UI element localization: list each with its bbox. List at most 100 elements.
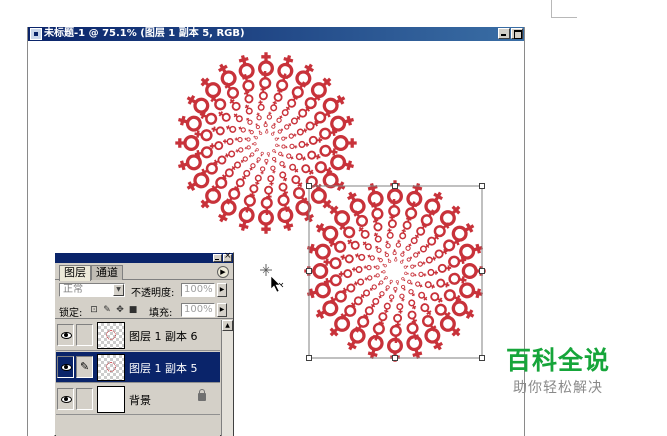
venus-symbol-icon (367, 254, 375, 261)
venus-symbol-icon (272, 149, 277, 154)
panel-minimize-button[interactable] (213, 254, 222, 262)
venus-symbol-icon (310, 77, 332, 99)
venus-symbol-icon (284, 123, 292, 130)
venus-symbol-icon (340, 254, 354, 264)
venus-symbol-icon (387, 258, 392, 263)
venus-symbol-icon (418, 271, 427, 278)
watermark-title: 百科全说 (505, 346, 610, 375)
venus-symbol-icon (177, 115, 202, 132)
panel-title-strip[interactable] (55, 251, 233, 263)
venus-symbol-icon (266, 111, 273, 120)
venus-symbol-icon (271, 131, 275, 136)
eye-icon[interactable] (57, 388, 74, 410)
venus-symbol-icon (270, 165, 276, 174)
venus-symbol-icon (233, 113, 243, 123)
transform-handle[interactable] (306, 183, 312, 189)
venus-symbol-icon (265, 128, 269, 134)
venus-symbol-icon (332, 135, 357, 151)
layer-row[interactable]: 背景 (56, 384, 220, 415)
lock-all-icon[interactable]: ■ (128, 305, 138, 315)
venus-symbol-icon (415, 281, 423, 288)
venus-symbol-icon (281, 144, 288, 149)
venus-symbol-icon (258, 130, 263, 135)
layer-row[interactable]: 图层 1 副本 6 (56, 320, 220, 351)
eye-icon[interactable] (57, 356, 74, 378)
venus-symbol-icon (439, 315, 461, 337)
venus-symbol-icon (399, 293, 405, 302)
eye-icon[interactable] (57, 324, 74, 346)
venus-symbol-icon (386, 228, 394, 239)
venus-symbol-icon (279, 171, 288, 182)
venus-symbol-icon (443, 237, 461, 252)
venus-symbol-icon (424, 191, 444, 215)
venus-symbol-icon (404, 271, 409, 275)
layer-name[interactable]: 图层 1 副本 5 (129, 360, 198, 376)
lock-move-icon[interactable]: ✥ (115, 305, 125, 315)
fill-input[interactable]: 100% (181, 303, 215, 317)
venus-symbol-icon (400, 250, 405, 257)
venus-symbol-mandala-layer-5[interactable] (304, 180, 486, 362)
venus-symbol-icon (301, 164, 314, 175)
venus-symbol-icon (289, 163, 299, 173)
venus-symbol-icon (329, 290, 347, 305)
tab-channels[interactable]: 通道 (91, 265, 123, 280)
link-slot[interactable] (76, 324, 93, 346)
venus-symbol-icon (392, 249, 397, 256)
venus-symbol-icon (403, 265, 409, 269)
venus-symbol-icon (298, 140, 310, 148)
panel-close-button[interactable] (223, 251, 232, 262)
venus-symbol-icon (389, 279, 393, 285)
layer-list-scrollbar[interactable]: ▲ (221, 320, 233, 436)
venus-symbol-icon (249, 163, 256, 171)
venus-symbol-icon (375, 245, 382, 253)
venus-symbol-icon (373, 232, 382, 243)
layer-name[interactable]: 图层 1 副本 6 (129, 328, 198, 344)
transform-handle[interactable] (306, 268, 312, 274)
venus-symbol-icon (369, 284, 377, 291)
venus-symbol-icon (395, 280, 399, 285)
venus-symbol-icon (225, 125, 237, 133)
venus-symbol-icon (254, 174, 262, 186)
venus-symbol-icon (388, 294, 395, 303)
venus-symbol-icon (315, 222, 339, 242)
opacity-arrow-icon[interactable]: ▶ (217, 283, 227, 297)
opacity-input[interactable]: 100% (181, 283, 215, 297)
transform-handle[interactable] (479, 183, 485, 189)
transform-handle[interactable] (392, 183, 398, 189)
venus-symbol-icon (307, 150, 321, 160)
venus-symbol-icon (384, 251, 389, 258)
fill-arrow-icon[interactable]: ▶ (217, 303, 227, 317)
tab-layers[interactable]: 图层 (59, 265, 91, 281)
panel-tab-row: 图层 通道 ▶ (55, 264, 233, 281)
venus-symbol-icon (385, 240, 391, 249)
venus-symbol-icon (407, 279, 413, 285)
venus-symbol-icon (218, 111, 231, 122)
move-tool-cursor (270, 275, 284, 293)
venus-symbol-icon (259, 166, 266, 175)
lock-transparency-icon[interactable]: ⊡ (89, 305, 99, 315)
scroll-up-icon[interactable]: ▲ (222, 320, 233, 331)
transform-handle[interactable] (392, 355, 398, 361)
venus-symbol-icon (347, 239, 360, 250)
venus-symbol-icon (289, 143, 298, 150)
link-slot[interactable] (76, 388, 93, 410)
venus-symbol-icon (362, 241, 372, 251)
venus-symbol-icon (306, 243, 331, 260)
transform-handle[interactable] (306, 355, 312, 361)
transform-handle[interactable] (479, 355, 485, 361)
venus-symbol-icon (399, 228, 407, 240)
chevron-down-icon[interactable]: ▼ (113, 284, 124, 296)
panel-menu-arrow-icon[interactable]: ▶ (217, 266, 229, 278)
blend-options-row: 正常 ▼ 不透明度: 100% ▶ (55, 282, 233, 300)
opacity-label: 不透明度: (131, 288, 175, 299)
blend-mode-value: 正常 (63, 284, 83, 295)
lock-paint-brush-icon[interactable]: ✎ (102, 305, 112, 315)
transform-handle[interactable] (479, 268, 485, 274)
layer-row[interactable]: ✎ 图层 1 副本 5 (56, 352, 220, 383)
blend-mode-select[interactable]: 正常 ▼ (59, 283, 125, 297)
crosshair-sparkle-icon (260, 264, 272, 276)
layer-name[interactable]: 背景 (129, 392, 151, 408)
venus-symbol-icon (354, 253, 366, 261)
link-slot[interactable]: ✎ (76, 356, 93, 378)
venus-symbol-mandala-layer-6[interactable] (175, 52, 357, 234)
